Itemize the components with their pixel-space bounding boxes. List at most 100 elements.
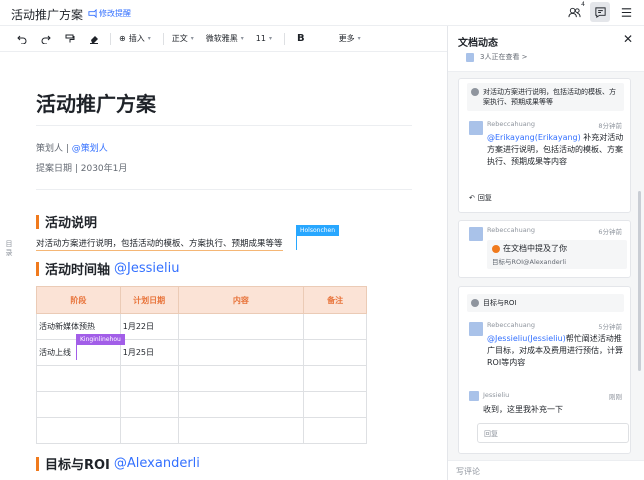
table-cell[interactable] <box>303 313 367 340</box>
reply-input[interactable]: 回复 <box>477 423 629 443</box>
chevron-down-icon: ▾ <box>240 35 244 42</box>
proposal-date: 提案日期 | 2030年1月 <box>36 164 128 174</box>
chevron-down-icon: ▾ <box>268 35 272 42</box>
table-header-cell[interactable]: 备注 <box>303 286 367 314</box>
font-size-dropdown[interactable]: 11 ▾ <box>256 34 272 43</box>
table-row <box>36 391 367 418</box>
redo-icon <box>41 35 51 44</box>
heading-bar <box>36 214 39 229</box>
heading-mention[interactable]: @Alexanderli <box>114 456 200 471</box>
table-header-cell[interactable]: 阶段 <box>36 286 121 314</box>
font-family-label: 微软雅黑 <box>205 34 238 43</box>
table-row <box>36 417 367 444</box>
mention-notice-subtitle: 目标与ROI@Alexanderli <box>492 258 567 266</box>
comment-mention[interactable]: @Erikayang(Erikayang) <box>487 133 581 142</box>
mention-notice[interactable]: 在文档中提及了你 目标与ROI@Alexanderli <box>487 240 627 269</box>
table-cell[interactable] <box>303 391 367 418</box>
chevron-down-icon: ▾ <box>147 35 151 42</box>
redo-button[interactable] <box>38 30 54 48</box>
table-cell[interactable] <box>177 339 305 366</box>
comment-card[interactable]: 目标与ROI Rebeccahuang 5分钟前 @Jessieliu(Jess… <box>458 286 631 454</box>
comment-time: 8分钟前 <box>598 122 622 130</box>
outline-toggle[interactable]: 目录 <box>4 240 14 258</box>
format-painter-icon <box>65 34 75 42</box>
timeline-table[interactable]: 阶段 计划日期 内容 备注 活动新媒体预热 1月22日 活动上线 1月25日 <box>36 286 367 444</box>
divider <box>36 125 412 126</box>
comment-author: Rebeccahuang <box>487 226 535 234</box>
table-cell[interactable] <box>36 391 121 418</box>
comment-mention[interactable]: @Jessieliu(Jessieliu) <box>487 334 566 343</box>
table-cell[interactable] <box>177 417 305 444</box>
chevron-down-icon: ▾ <box>357 35 361 42</box>
document-canvas[interactable]: 目录 活动推广方案 策划人 | @策划人 提案日期 | 2030年1月 活动说明… <box>0 52 447 480</box>
reply-text: 收到，这里我补充一下 <box>483 405 563 414</box>
page-title: 活动推广方案 <box>36 92 156 116</box>
table-cell[interactable] <box>36 365 121 392</box>
reply-button[interactable]: ↶ 回复 <box>469 193 492 203</box>
table-cell[interactable]: 1月22日 <box>119 313 179 340</box>
clear-format-button[interactable] <box>86 30 102 48</box>
planner-mention[interactable]: @策划人 <box>72 144 108 154</box>
table-cell[interactable] <box>119 391 179 418</box>
table-cell[interactable] <box>119 365 179 392</box>
table-cell[interactable] <box>303 417 367 444</box>
comment-text: @Jessieliu(Jessieliu)帮忙阐述活动推广目标，对成本及费用进行… <box>487 333 627 369</box>
mention-card[interactable]: Rebeccahuang 6分钟前 在文档中提及了你 目标与ROI@Alexan… <box>458 220 631 278</box>
toolbar-divider <box>162 32 164 45</box>
undo-icon <box>17 35 27 44</box>
activity-panel: 文档动态 ✕ 3人正在查看 > 对活动方案进行说明，包括活动的模板、方案执行、预… <box>447 26 644 480</box>
undo-button[interactable] <box>14 30 30 48</box>
quoted-text-content: 目标与ROI <box>483 299 517 307</box>
top-bar: 活动推广方案 修改提醒 4 <box>0 0 644 26</box>
paragraph-style-dropdown[interactable]: 正文 ▾ <box>172 33 194 44</box>
heading-activity-description: 活动说明 <box>36 212 97 231</box>
comments-button[interactable] <box>590 2 610 22</box>
comment-author: Rebeccahuang <box>487 321 535 329</box>
table-cell[interactable] <box>177 365 305 392</box>
reply-author: Jessieliu <box>483 391 510 399</box>
table-header-cell[interactable]: 计划日期 <box>119 286 179 314</box>
collaborator-cursor-tag: Kinginlinehou <box>76 334 125 345</box>
avatar <box>466 52 474 62</box>
mention-notice-text: 在文档中提及了你 <box>503 244 567 253</box>
more-label: 更多 <box>338 34 355 43</box>
format-painter-button[interactable] <box>62 30 78 48</box>
toolbar-divider <box>283 32 285 45</box>
reply-icon: ↶ <box>469 194 475 202</box>
table-cell[interactable] <box>303 339 367 366</box>
reminder-icon <box>88 9 97 18</box>
collaborators-button[interactable]: 4 <box>564 1 585 22</box>
document-name[interactable]: 活动推广方案 <box>11 6 83 23</box>
menu-button[interactable] <box>616 2 636 22</box>
table-header-cell[interactable]: 内容 <box>177 286 305 314</box>
heading-text: 活动时间轴 <box>45 263 111 278</box>
quoted-text-content: 对活动方案进行说明，包括活动的模板、方案执行、预期成果等等 <box>483 88 616 106</box>
write-comment-input[interactable]: 写评论 <box>448 460 644 480</box>
table-cell[interactable] <box>303 365 367 392</box>
table-cell[interactable] <box>177 313 305 340</box>
edit-reminder-link[interactable]: 修改提醒 <box>88 8 131 19</box>
font-family-dropdown[interactable]: 微软雅黑 ▾ <box>206 33 244 44</box>
heading-text: 目标与ROI <box>45 458 110 473</box>
viewers-indicator[interactable]: 3人正在查看 > <box>466 52 528 62</box>
avatar <box>469 227 483 241</box>
table-cell[interactable] <box>36 417 121 444</box>
table-cell[interactable] <box>119 417 179 444</box>
activity-description-text[interactable]: 对活动方案进行说明，包括活动的模板、方案执行、预期成果等等 <box>36 237 283 251</box>
comment-card[interactable]: 对活动方案进行说明，包括活动的模板、方案执行、预期成果等等 Rebeccahua… <box>458 78 631 213</box>
heading-text: 活动说明 <box>45 216 98 231</box>
close-icon[interactable]: ✕ <box>623 32 633 46</box>
table-cell[interactable] <box>177 391 305 418</box>
panel-header: 文档动态 ✕ 3人正在查看 > <box>448 26 644 72</box>
more-dropdown[interactable]: 更多 ▾ <box>339 33 361 44</box>
app-window: 活动推广方案 修改提醒 4 ⊕ 插入 ▾ 正文 ▾ 微软雅黑 ▾ 11 ▾ B … <box>0 0 644 480</box>
reply-time: 刚刚 <box>609 393 622 401</box>
table-cell[interactable]: 1月25日 <box>119 339 179 366</box>
table-header-row: 阶段 计划日期 内容 备注 <box>36 286 367 314</box>
comment-icon <box>594 6 606 18</box>
panel-scrollbar[interactable] <box>638 191 641 371</box>
insert-dropdown[interactable]: ⊕ 插入 ▾ <box>119 33 151 44</box>
bold-button[interactable]: B <box>297 33 305 44</box>
heading-mention[interactable]: @Jessieliu <box>114 261 179 276</box>
reply-label: 回复 <box>477 194 492 202</box>
